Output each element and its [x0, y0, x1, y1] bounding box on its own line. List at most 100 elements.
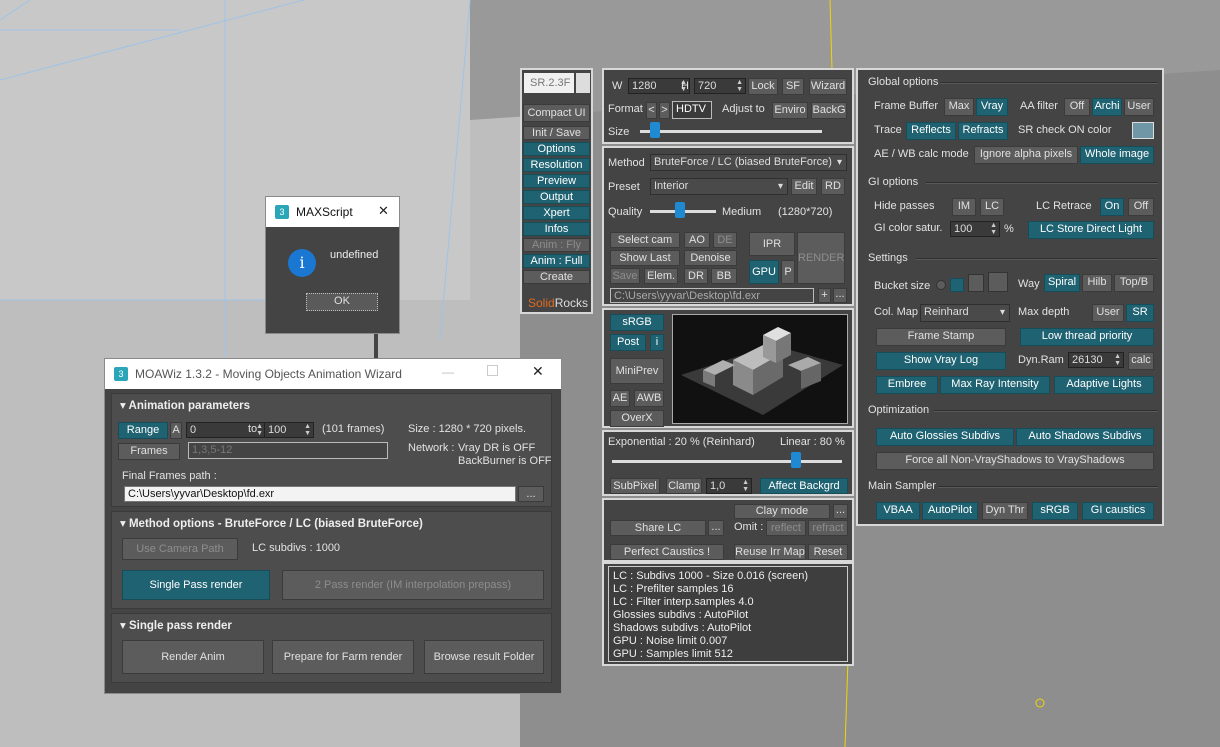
vbaa-button[interactable]: VBAA [876, 502, 920, 520]
render-anim-button[interactable]: Render Anim [122, 640, 264, 674]
show-vray-log-button[interactable]: Show Vray Log [876, 352, 1006, 370]
embree-button[interactable]: Embree [876, 376, 938, 394]
reset-button[interactable]: Reset [808, 544, 848, 560]
final-path-browse-button[interactable]: ... [518, 486, 544, 502]
sr-init-save-button[interactable]: Init / Save [523, 126, 590, 140]
size-slider-thumb[interactable] [649, 122, 660, 138]
miniprev-button[interactable]: MiniPrev [610, 358, 664, 384]
hide-im-button[interactable]: IM [952, 198, 976, 216]
clay-options-button[interactable]: ... [833, 504, 848, 519]
wizard-button[interactable]: Wizard [809, 78, 847, 95]
sr-xpert-button[interactable]: Xpert [523, 206, 590, 220]
p-button[interactable]: P [781, 260, 795, 284]
sr-preview-button[interactable]: Preview [523, 174, 590, 188]
ok-button[interactable]: OK [306, 293, 378, 311]
clamp-button[interactable]: Clamp [666, 478, 702, 494]
frames-field[interactable]: 1,3,5-12 [188, 442, 388, 459]
backg-button[interactable]: BackG [811, 102, 847, 119]
auto-shadows-button[interactable]: Auto Shadows Subdivs [1016, 428, 1154, 446]
prepare-farm-button[interactable]: Prepare for Farm render [272, 640, 414, 674]
add-path-button[interactable]: + [818, 288, 831, 303]
clay-mode-button[interactable]: Clay mode [734, 504, 830, 519]
dr-button[interactable]: DR [684, 268, 708, 284]
bb-button[interactable]: BB [711, 268, 737, 284]
select-cam-button[interactable]: Select cam [610, 232, 680, 248]
browse-path-button[interactable]: ... [833, 288, 847, 303]
frame-stamp-button[interactable]: Frame Stamp [876, 328, 1006, 346]
sr-output-button[interactable]: Output [523, 190, 590, 204]
format-next-button[interactable]: > [659, 102, 670, 119]
enviro-button[interactable]: Enviro [772, 102, 808, 119]
post-button[interactable]: Post [610, 334, 646, 351]
sr-resolution-button[interactable]: Resolution [523, 158, 590, 172]
single-pass-button[interactable]: Single Pass render [122, 570, 270, 600]
save-button[interactable]: Save [610, 268, 640, 284]
sr-infos-button[interactable]: Infos [523, 222, 590, 236]
use-camera-path-button[interactable]: Use Camera Path [122, 538, 238, 560]
max-depth-sr-button[interactable]: SR [1126, 304, 1154, 322]
size-slider-track[interactable] [640, 130, 822, 133]
show-last-button[interactable]: Show Last [610, 250, 680, 266]
aa-archi-button[interactable]: Archi [1092, 98, 1122, 116]
rd-button[interactable]: RD [821, 178, 845, 195]
force-vrayshadows-button[interactable]: Force all Non-VrayShadows to VrayShadows [876, 452, 1154, 470]
ipr-button[interactable]: IPR [749, 232, 795, 256]
omit-refract-button[interactable]: refract [808, 520, 848, 536]
clamp-value-field[interactable]: 1,0 ▲ ▼ [706, 478, 752, 494]
sr-collapse-button[interactable] [576, 73, 590, 93]
sr-create-button[interactable]: Create [523, 270, 590, 284]
way-hilb-button[interactable]: Hilb [1082, 274, 1112, 292]
hide-lc-button[interactable]: LC [980, 198, 1004, 216]
overx-button[interactable]: OverX [610, 410, 664, 427]
max-depth-user-button[interactable]: User [1092, 304, 1124, 322]
height-field[interactable]: 720 ▲ ▼ [694, 78, 746, 94]
format-prev-button[interactable]: < [646, 102, 657, 119]
adaptive-lights-button[interactable]: Adaptive Lights [1054, 376, 1154, 394]
final-path-field[interactable]: C:\Users\yyvar\Desktop\fd.exr [124, 486, 516, 502]
two-pass-button[interactable]: 2 Pass render (IM interpolation prepass) [282, 570, 544, 600]
range-to-field[interactable]: 100 ▲ ▼ [264, 422, 314, 438]
fb-vray-button[interactable]: Vray [976, 98, 1008, 116]
fb-max-button[interactable]: Max [944, 98, 974, 116]
dyn-ram-calc-button[interactable]: calc [1128, 352, 1154, 370]
anim-params-header[interactable]: ▾ Animation parameters [120, 398, 250, 412]
render-button[interactable]: RENDER [797, 232, 845, 284]
ae-button[interactable]: AE [610, 390, 630, 407]
gpu-button[interactable]: GPU [749, 260, 779, 284]
lc-retrace-on-button[interactable]: On [1100, 198, 1124, 216]
auto-glossies-button[interactable]: Auto Glossies Subdivs [876, 428, 1014, 446]
format-field[interactable]: HDTV [672, 101, 712, 119]
range-button[interactable]: Range [118, 422, 168, 439]
close-icon[interactable]: ✕ [532, 363, 544, 380]
bucket-size-tiny[interactable] [936, 280, 946, 290]
share-lc-options-button[interactable]: ... [708, 520, 724, 536]
aa-off-button[interactable]: Off [1064, 98, 1090, 116]
method-header[interactable]: ▾ Method options - BruteForce / LC (bias… [120, 516, 423, 530]
sf-button[interactable]: SF [782, 78, 804, 95]
exposure-slider-track[interactable] [612, 460, 842, 463]
sr-anim-full-button[interactable]: Anim : Full [523, 254, 590, 268]
close-icon[interactable]: ✕ [378, 203, 389, 219]
perfect-caustics-button[interactable]: Perfect Caustics ! [610, 544, 724, 560]
aa-user-button[interactable]: User [1124, 98, 1154, 116]
max-ray-intensity-button[interactable]: Max Ray Intensity [940, 376, 1050, 394]
low-thread-priority-button[interactable]: Low thread priority [1020, 328, 1154, 346]
dyn-thr-button[interactable]: Dyn Thr [982, 502, 1028, 520]
info-i-button[interactable]: i [650, 334, 664, 351]
denoise-button[interactable]: Denoise [684, 250, 737, 266]
preset-dropdown[interactable]: Interior [650, 178, 788, 195]
bucket-size-medium[interactable] [968, 274, 984, 292]
way-topb-button[interactable]: Top/B [1114, 274, 1154, 292]
exposure-slider-thumb[interactable] [791, 452, 801, 468]
sr-options-button[interactable]: Options [523, 142, 590, 156]
awb-button[interactable]: AWB [634, 390, 664, 407]
browse-result-button[interactable]: Browse result Folder [424, 640, 544, 674]
lc-store-direct-light-button[interactable]: LC Store Direct Light [1028, 221, 1154, 239]
edit-button[interactable]: Edit [791, 178, 817, 195]
minimize-icon[interactable]: — [442, 365, 454, 379]
sr-anim-fly-button[interactable]: Anim : Fly [523, 238, 590, 252]
output-path-field[interactable]: C:\Users\yyvar\Desktop\fd.exr [610, 288, 814, 303]
sampler-srgb-button[interactable]: sRGB [1032, 502, 1078, 520]
affect-backgrd-button[interactable]: Affect Backgrd [760, 478, 848, 494]
ignore-alpha-button[interactable]: Ignore alpha pixels [974, 146, 1078, 164]
